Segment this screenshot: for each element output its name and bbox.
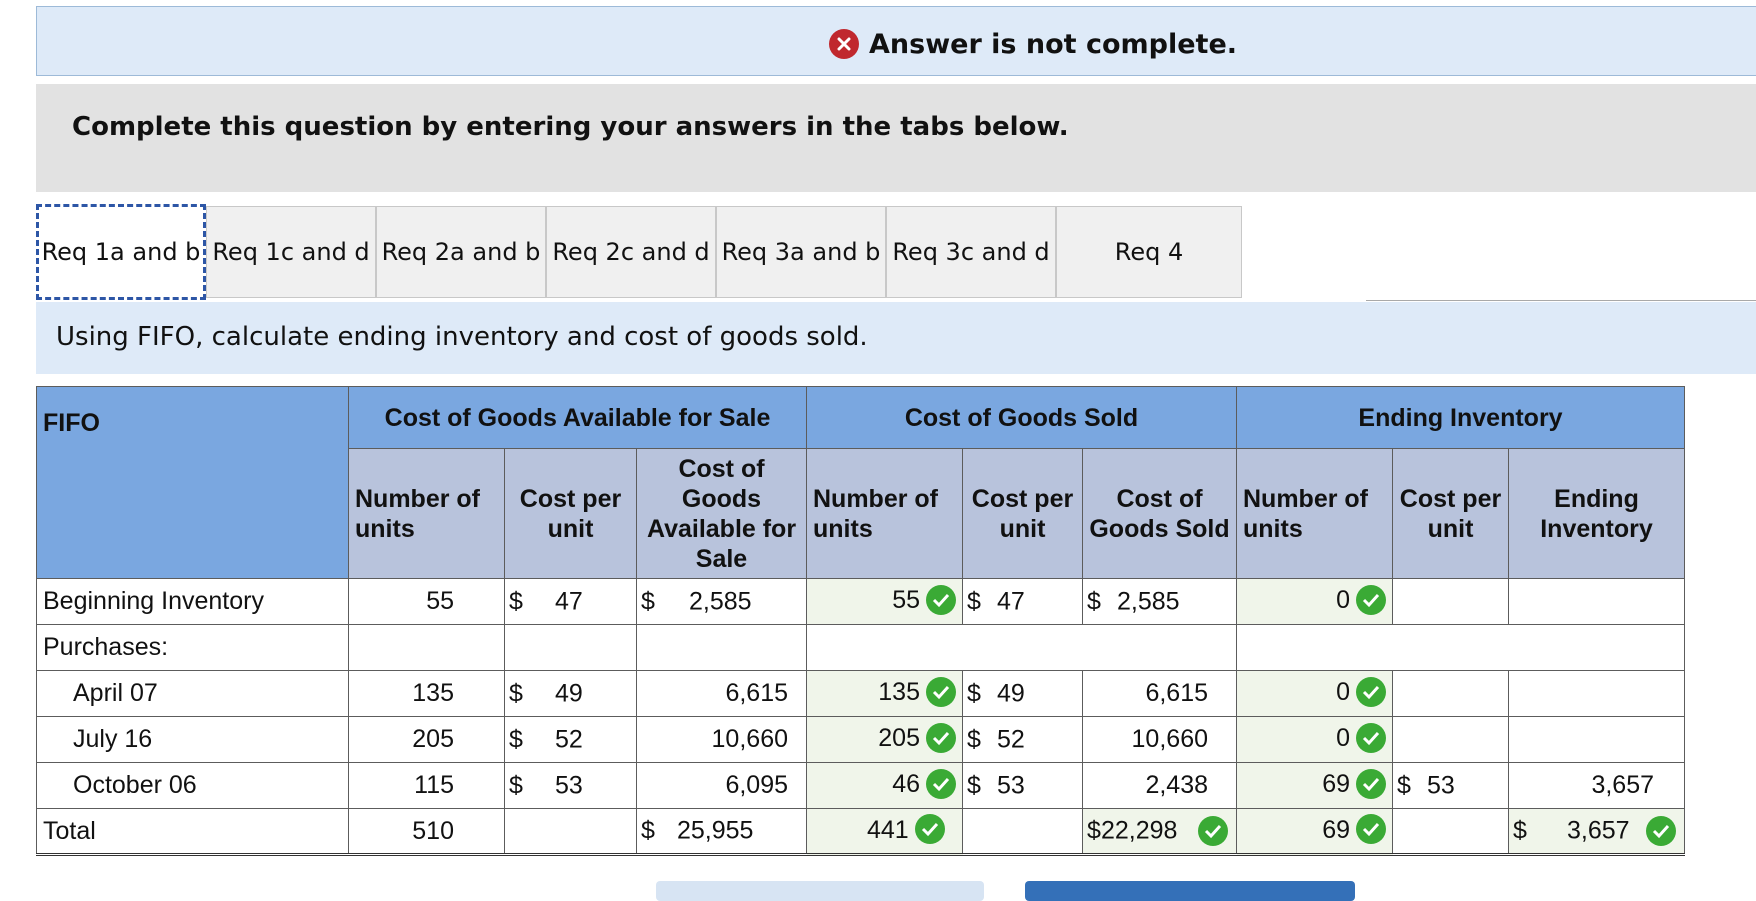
table-row-july: July 16 205 $52 10,660 205 $52 10,660 0 bbox=[36, 716, 1685, 763]
cogs-units-input[interactable]: 135 bbox=[806, 670, 963, 717]
end-total: 3,657 bbox=[1508, 762, 1685, 809]
row-label: Beginning Inventory bbox=[36, 578, 349, 625]
check-icon bbox=[914, 814, 945, 845]
row-label: July 16 bbox=[36, 716, 349, 763]
avail-total: 10,660 bbox=[636, 716, 807, 763]
header-available: Cost of Goods Available for Sale bbox=[348, 386, 807, 449]
banner-text: Answer is not complete. bbox=[869, 28, 1238, 60]
avail-total: 6,095 bbox=[636, 762, 807, 809]
avail-units: 510 bbox=[348, 808, 505, 855]
avail-total: $25,955 bbox=[636, 808, 807, 855]
cogs-cost-input[interactable]: $47 bbox=[962, 578, 1083, 625]
tab-req-1a-b[interactable]: Req 1a and b bbox=[36, 204, 206, 300]
end-total bbox=[1508, 578, 1685, 625]
row-label: April 07 bbox=[36, 670, 349, 717]
tab-divider bbox=[1366, 300, 1756, 301]
avail-units: 55 bbox=[348, 578, 505, 625]
avail-units: 135 bbox=[348, 670, 505, 717]
check-icon bbox=[1356, 584, 1386, 615]
table-row-purchases: Purchases: bbox=[36, 624, 1685, 671]
subheader-avail-cost: Cost per unit bbox=[504, 448, 637, 579]
tab-req-2c-d[interactable]: Req 2c and d bbox=[546, 206, 716, 298]
check-icon bbox=[926, 768, 956, 799]
x-circle-icon bbox=[829, 29, 859, 59]
end-total bbox=[1508, 670, 1685, 717]
row-label: October 06 bbox=[36, 762, 349, 809]
end-total-input[interactable]: $3,657 bbox=[1508, 808, 1685, 855]
subheader-avail-total: Cost of Goods Available for Sale bbox=[636, 448, 807, 579]
check-icon bbox=[1356, 722, 1386, 753]
answer-status-banner: Answer is not complete. bbox=[36, 6, 1756, 76]
avail-cost: $52 bbox=[504, 716, 637, 763]
row-label: Total bbox=[36, 808, 349, 855]
tab-req-1c-d[interactable]: Req 1c and d bbox=[206, 206, 376, 298]
cogs-total: 2,438 bbox=[1082, 762, 1237, 809]
tab-req-3c-d[interactable]: Req 3c and d bbox=[886, 206, 1056, 298]
avail-units: 115 bbox=[348, 762, 505, 809]
end-cost-input[interactable] bbox=[1392, 670, 1509, 717]
table-row-october: October 06 115 $53 6,095 46 $53 2,438 69… bbox=[36, 762, 1685, 809]
avail-cost: $53 bbox=[504, 762, 637, 809]
cogs-cost-input[interactable]: $52 bbox=[962, 716, 1083, 763]
tab-req-4[interactable]: Req 4 bbox=[1056, 206, 1242, 298]
cogs-units-input[interactable]: 55 bbox=[806, 578, 963, 625]
check-icon bbox=[1356, 768, 1386, 799]
end-cost-input[interactable] bbox=[1392, 578, 1509, 625]
avail-total: $2,585 bbox=[636, 578, 807, 625]
end-total bbox=[1508, 716, 1685, 763]
end-cost-input[interactable] bbox=[1392, 716, 1509, 763]
check-icon bbox=[926, 676, 956, 707]
prompt-text: Using FIFO, calculate ending inventory a… bbox=[56, 322, 868, 352]
end-units-input[interactable]: 69 bbox=[1236, 762, 1393, 809]
avail-total: 6,615 bbox=[636, 670, 807, 717]
end-units-input[interactable]: 0 bbox=[1236, 670, 1393, 717]
row-label: Purchases: bbox=[36, 624, 349, 671]
fifo-table: FIFO Cost of Goods Available for Sale Co… bbox=[36, 386, 1685, 856]
cogs-units-input[interactable]: 441 bbox=[806, 808, 963, 855]
question-prompt: Using FIFO, calculate ending inventory a… bbox=[36, 302, 1756, 374]
end-units-input[interactable]: 0 bbox=[1236, 578, 1393, 625]
check-icon bbox=[1356, 676, 1386, 707]
table-row-total: Total 510 $25,955 441 $22,298 69 $3,657 bbox=[36, 808, 1685, 855]
next-button[interactable] bbox=[1025, 881, 1355, 901]
header-cogs: Cost of Goods Sold bbox=[806, 386, 1237, 449]
header-ending: Ending Inventory bbox=[1236, 386, 1685, 449]
cogs-units-input[interactable]: 205 bbox=[806, 716, 963, 763]
check-icon bbox=[926, 722, 956, 753]
subheader-end-total: Ending Inventory bbox=[1508, 448, 1685, 579]
subheader-cogs-total: Cost of Goods Sold bbox=[1082, 448, 1237, 579]
cogs-total: $2,585 bbox=[1082, 578, 1237, 625]
subheader-cogs-cost: Cost per unit bbox=[962, 448, 1083, 579]
check-icon bbox=[926, 584, 956, 615]
end-units-input[interactable]: 0 bbox=[1236, 716, 1393, 763]
table-row-beginning: Beginning Inventory 55 $47 $2,585 55 $47… bbox=[36, 578, 1685, 625]
cogs-total: 10,660 bbox=[1082, 716, 1237, 763]
prev-button[interactable] bbox=[656, 881, 984, 901]
tab-req-3a-b[interactable]: Req 3a and b bbox=[716, 206, 886, 298]
subheader-end-cost: Cost per unit bbox=[1392, 448, 1509, 579]
instructions-panel: Complete this question by entering your … bbox=[36, 84, 1756, 192]
cogs-total-input[interactable]: $22,298 bbox=[1082, 808, 1237, 855]
cogs-total: 6,615 bbox=[1082, 670, 1237, 717]
avail-cost: $47 bbox=[504, 578, 637, 625]
instructions-text: Complete this question by entering your … bbox=[72, 112, 1069, 142]
cogs-cost-input[interactable]: $53 bbox=[962, 762, 1083, 809]
cogs-cost-input[interactable]: $49 bbox=[962, 670, 1083, 717]
check-icon bbox=[1356, 814, 1386, 845]
check-icon bbox=[1198, 816, 1228, 846]
cogs-units-input[interactable]: 46 bbox=[806, 762, 963, 809]
end-units-input[interactable]: 69 bbox=[1236, 808, 1393, 855]
table-row-april: April 07 135 $49 6,615 135 $49 6,615 0 bbox=[36, 670, 1685, 717]
fifo-corner-header: FIFO bbox=[36, 386, 349, 579]
tab-req-2a-b[interactable]: Req 2a and b bbox=[376, 206, 546, 298]
subheader-cogs-units: Number of units bbox=[806, 448, 963, 579]
avail-units: 205 bbox=[348, 716, 505, 763]
subheader-end-units: Number of units bbox=[1236, 448, 1393, 579]
end-cost-input[interactable]: $53 bbox=[1392, 762, 1509, 809]
avail-cost: $49 bbox=[504, 670, 637, 717]
subheader-avail-units: Number of units bbox=[348, 448, 505, 579]
check-icon bbox=[1646, 816, 1676, 846]
